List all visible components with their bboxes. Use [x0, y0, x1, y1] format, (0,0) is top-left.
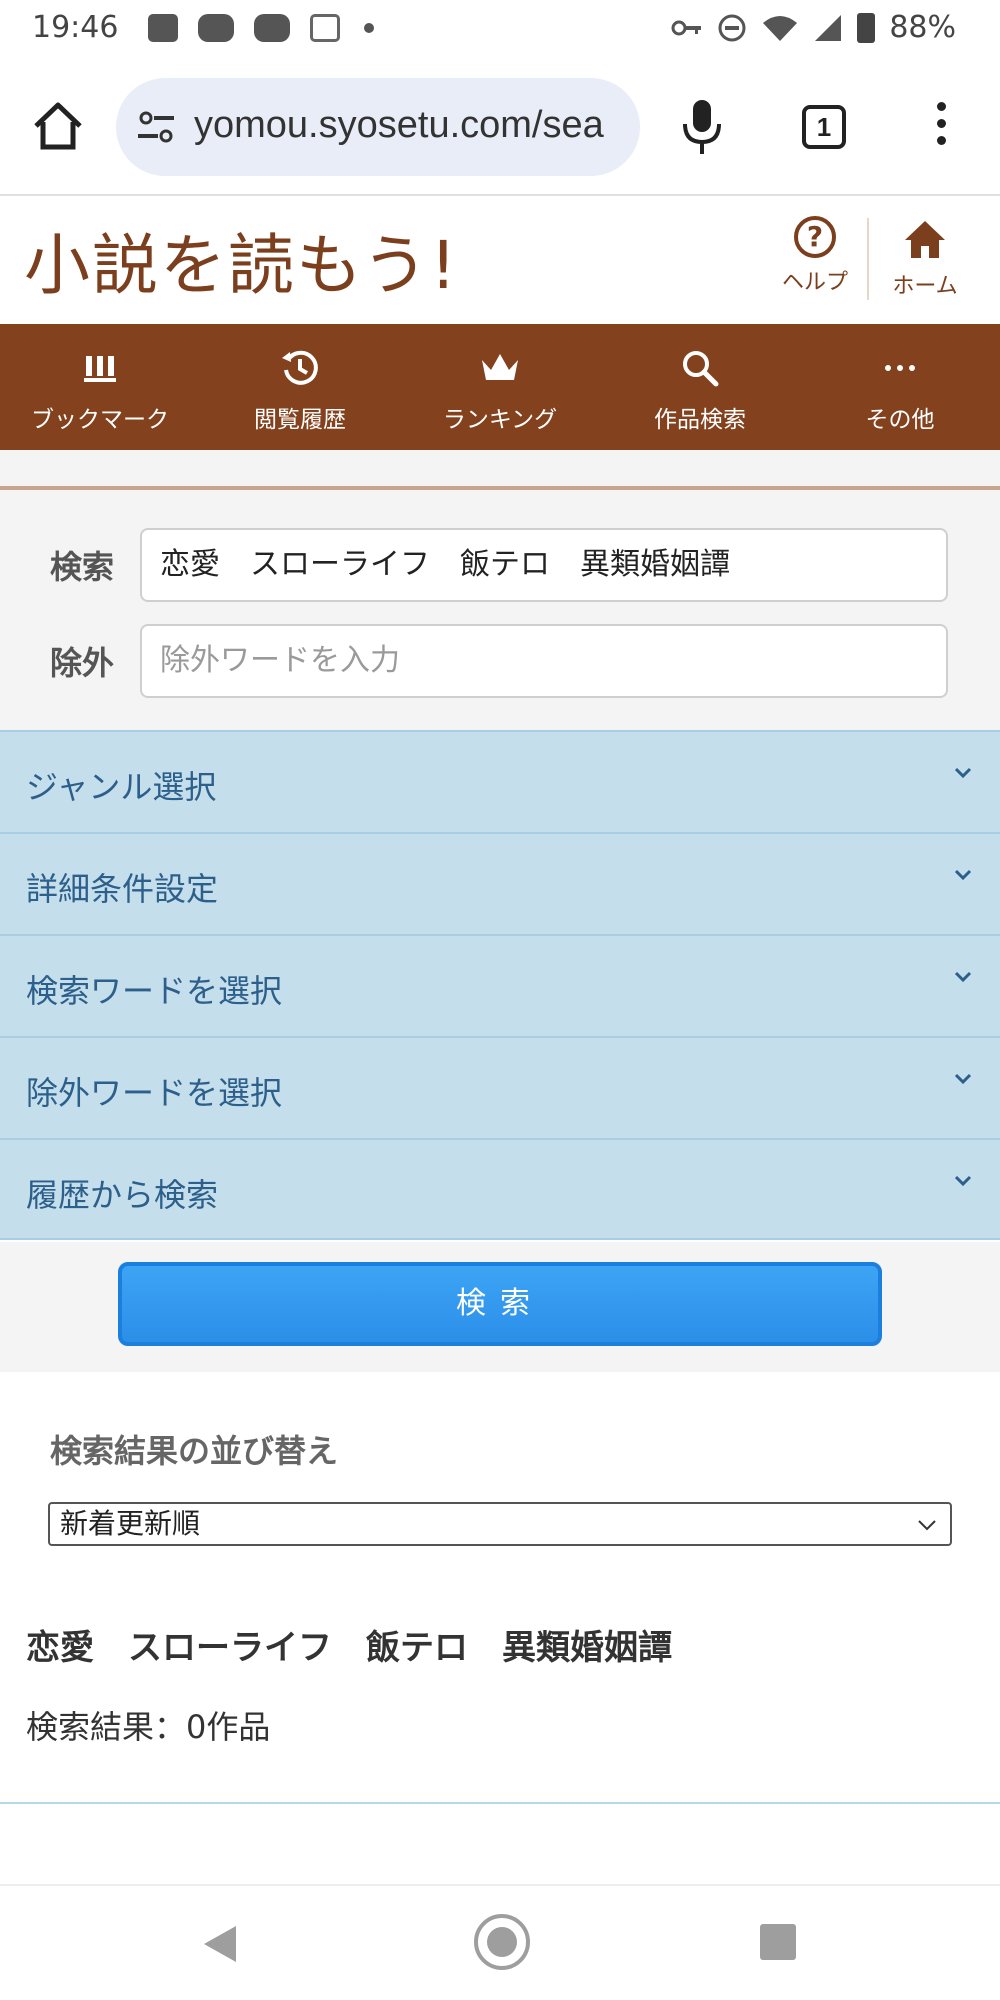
- history-icon: [282, 350, 318, 385]
- nav-label: ランキング: [442, 407, 558, 433]
- d-icon: [310, 14, 340, 42]
- header-divider: [867, 218, 869, 300]
- dnd-icon: [718, 14, 746, 41]
- search-button[interactable]: 検索: [118, 1262, 882, 1346]
- bookmark-icon: [84, 356, 116, 382]
- status-bar: 19:46 88%: [0, 0, 1000, 60]
- nav-history[interactable]: 閲覧履歴: [200, 324, 400, 450]
- status-time: 19:46: [32, 10, 119, 45]
- wifi-icon: [763, 15, 798, 41]
- youtube-icon: [254, 14, 290, 42]
- home-icon: [905, 221, 945, 258]
- key-icon: [671, 20, 702, 35]
- nav-ranking[interactable]: ランキング: [400, 324, 600, 450]
- accordion-label: ジャンル選択: [26, 768, 217, 806]
- search-form: 検索 恋愛 スローライフ 飯テロ 異類婚姻譚 除外 除外ワードを入力: [0, 450, 1000, 730]
- nav-label: その他: [865, 407, 935, 433]
- back-icon[interactable]: [200, 1922, 240, 1966]
- keyword-input[interactable]: 恋愛 スローライフ 飯テロ 異類婚姻譚: [140, 528, 948, 602]
- chevron-down-icon: [954, 971, 972, 983]
- image-icon: [148, 14, 178, 42]
- accordion-keywords[interactable]: 検索ワードを選択: [0, 934, 1000, 1036]
- help-label: ヘルプ: [781, 270, 848, 295]
- exclude-label: 除外: [50, 644, 115, 682]
- nav-label: ブックマーク: [31, 407, 169, 433]
- android-nav-bar: [0, 1884, 1000, 2000]
- search-icon: [683, 351, 719, 387]
- address-bar[interactable]: yomou.syosetu.com/sea: [116, 78, 640, 176]
- accordion-label: 履歴から検索: [26, 1176, 219, 1214]
- notification-icons: [148, 14, 374, 42]
- main-nav: ブックマーク 閲覧履歴 ランキング 作品検索 その他: [0, 324, 1000, 450]
- nav-label: 閲覧履歴: [254, 407, 346, 433]
- exclude-input[interactable]: 除外ワードを入力: [140, 624, 948, 698]
- home-icon[interactable]: [32, 100, 84, 152]
- sort-title: 検索結果の並び替え: [50, 1432, 339, 1470]
- youtube-icon: [198, 14, 234, 42]
- signal-icon: [815, 14, 842, 41]
- search-button-area: 検索: [0, 1242, 1000, 1372]
- sort-select[interactable]: 新着更新順: [48, 1502, 952, 1546]
- accordion-label: 詳細条件設定: [26, 870, 219, 908]
- help-link[interactable]: ? ヘルプ: [770, 216, 860, 296]
- tabs-icon[interactable]: 1: [802, 105, 846, 149]
- accordion-history[interactable]: 履歴から検索: [0, 1138, 1000, 1240]
- panel-divider: [0, 486, 1000, 490]
- home-label: ホーム: [892, 274, 958, 299]
- search-options-accordion: ジャンル選択 詳細条件設定 検索ワードを選択 除外ワードを選択 履歴から検索: [0, 730, 1000, 1240]
- dot-icon: [364, 23, 374, 33]
- tune-icon[interactable]: [136, 108, 176, 148]
- url-text[interactable]: yomou.syosetu.com/sea: [194, 104, 604, 147]
- battery-percent: 88%: [889, 10, 956, 45]
- more-icon: [885, 365, 915, 371]
- browser-toolbar: yomou.syosetu.com/sea 1: [0, 60, 1000, 196]
- accordion-exclude-words[interactable]: 除外ワードを選択: [0, 1036, 1000, 1138]
- chevron-down-icon: [954, 869, 972, 881]
- chevron-down-icon: [954, 1175, 972, 1187]
- site-logo[interactable]: 小説を読もう!: [24, 212, 458, 308]
- accordion-genre[interactable]: ジャンル選択: [0, 730, 1000, 832]
- chevron-down-icon: [918, 1520, 936, 1531]
- chevron-down-icon: [954, 767, 972, 779]
- mic-icon[interactable]: [680, 98, 724, 156]
- nav-label: 作品検索: [654, 407, 746, 433]
- keyword-label: 検索: [50, 548, 115, 586]
- system-icons: 88%: [671, 10, 956, 45]
- result-count: 検索結果：0作品: [26, 1708, 271, 1746]
- sort-selected-value: 新着更新順: [60, 1507, 201, 1540]
- chevron-down-icon: [954, 1073, 972, 1085]
- home-link[interactable]: ホーム: [880, 216, 970, 300]
- nav-search[interactable]: 作品検索: [600, 324, 800, 450]
- accordion-label: 除外ワードを選択: [26, 1074, 283, 1112]
- recent-apps-icon[interactable]: [760, 1924, 796, 1960]
- help-icon: ?: [794, 216, 836, 258]
- more-icon[interactable]: [930, 102, 952, 152]
- accordion-detail[interactable]: 詳細条件設定: [0, 832, 1000, 934]
- crown-icon: [482, 354, 518, 380]
- accordion-label: 検索ワードを選択: [26, 972, 283, 1010]
- home-button-icon[interactable]: [474, 1914, 530, 1970]
- query-heading: 恋愛 スローライフ 飯テロ 異類婚姻譚: [26, 1628, 672, 1668]
- battery-icon: [857, 12, 876, 43]
- results-divider: [0, 1802, 1000, 1804]
- nav-bookmark[interactable]: ブックマーク: [0, 324, 200, 450]
- site-header: 小説を読もう! ? ヘルプ ホーム: [0, 196, 1000, 324]
- nav-other[interactable]: その他: [800, 324, 1000, 450]
